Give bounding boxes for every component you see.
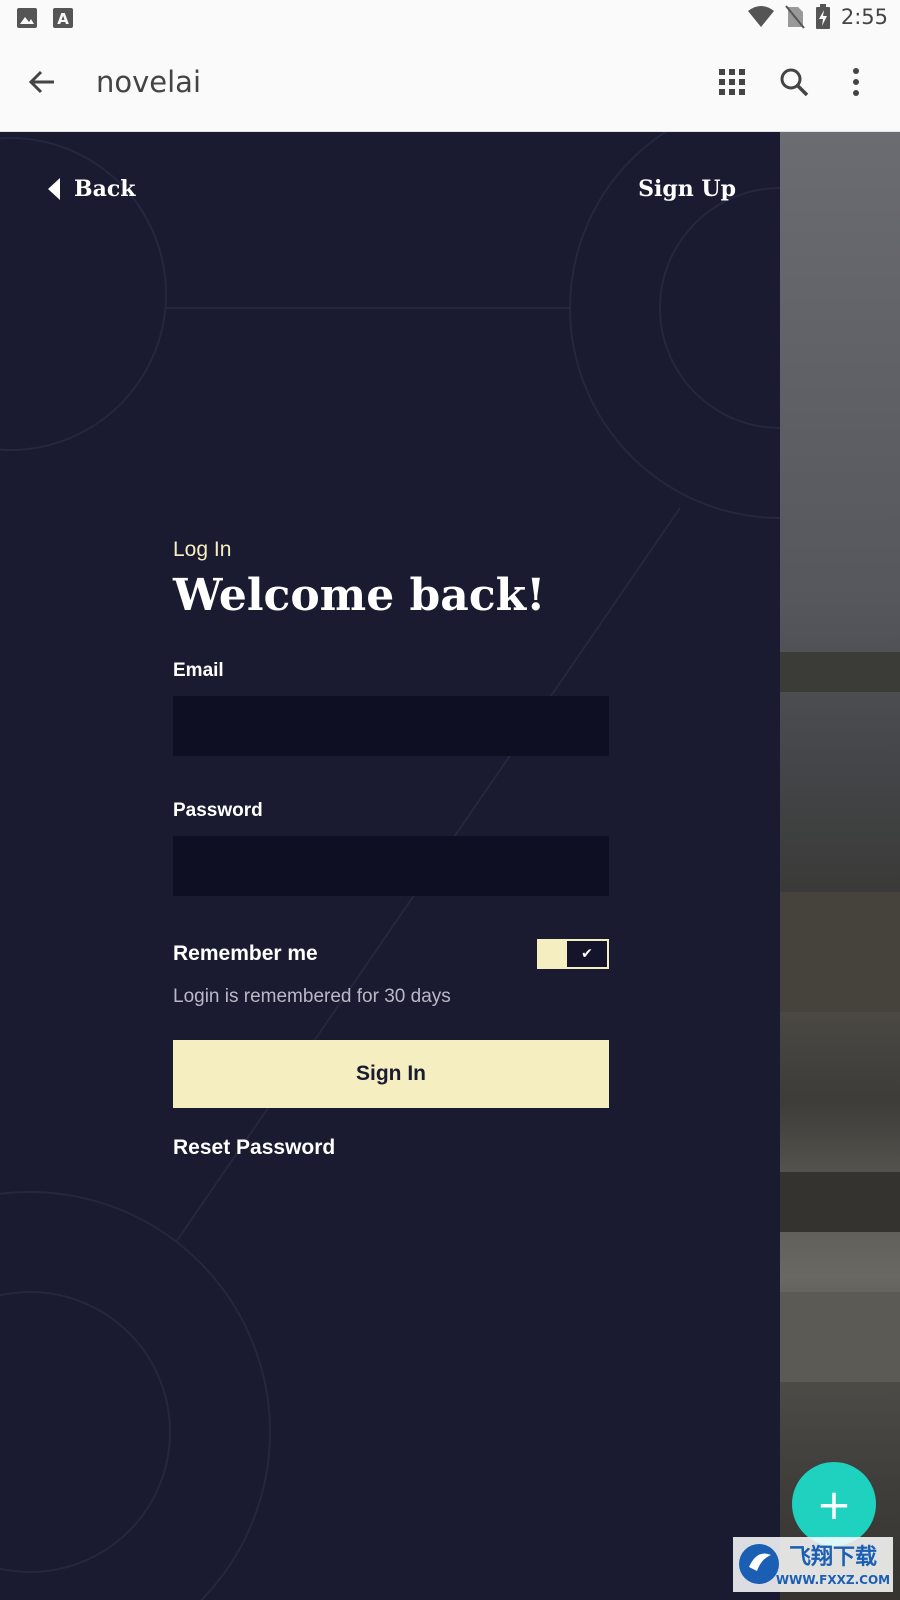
- wifi-icon: [747, 6, 774, 27]
- svg-text:A: A: [57, 10, 69, 28]
- status-bar: A 2:55: [0, 0, 900, 36]
- back-label: Back: [74, 176, 136, 202]
- app-bar: novelai: [0, 36, 900, 132]
- back-link[interactable]: Back: [48, 176, 136, 202]
- back-arrow-icon[interactable]: [26, 66, 58, 98]
- remember-me-label: Remember me: [173, 942, 318, 965]
- search-icon[interactable]: [778, 66, 810, 98]
- image-notification-icon: [17, 8, 37, 28]
- remember-hint: Login is remembered for 30 days: [173, 986, 451, 1007]
- password-label: Password: [173, 800, 263, 821]
- status-time: 2:55: [840, 5, 888, 29]
- login-eyebrow: Log In: [173, 538, 232, 561]
- email-label: Email: [173, 660, 224, 681]
- more-vert-icon[interactable]: [840, 66, 872, 98]
- web-content: Back Sign Up Log In Welcome back! Email …: [0, 132, 900, 1600]
- no-sim-icon: [785, 5, 805, 29]
- back-triangle-icon: [48, 178, 60, 200]
- fab-add-button[interactable]: +: [792, 1462, 876, 1546]
- font-notification-icon: A: [53, 8, 73, 28]
- plus-icon: +: [816, 1479, 852, 1529]
- reset-password-link[interactable]: Reset Password: [173, 1136, 335, 1160]
- remember-me-toggle[interactable]: ✔: [537, 939, 609, 969]
- apps-grid-icon[interactable]: [716, 66, 748, 98]
- page-title: Welcome back!: [173, 570, 546, 621]
- background-painting: [780, 132, 900, 1600]
- app-title: novelai: [96, 65, 202, 99]
- watermark-brand: 飞翔下载: [789, 1544, 877, 1570]
- watermark-logo: 飞翔下载 WWW.FXXZ.COM: [733, 1537, 893, 1592]
- check-icon: ✔: [567, 941, 607, 967]
- battery-charging-icon: [815, 4, 830, 29]
- sign-in-button[interactable]: Sign In: [173, 1040, 609, 1108]
- login-panel: Back Sign Up Log In Welcome back! Email …: [0, 132, 780, 1600]
- email-field[interactable]: [173, 696, 609, 756]
- login-form: Log In Welcome back! Email Password Reme…: [173, 538, 609, 1159]
- password-field[interactable]: [173, 836, 609, 896]
- signup-link[interactable]: Sign Up: [638, 176, 736, 202]
- watermark-url: WWW.FXXZ.COM: [776, 1573, 890, 1587]
